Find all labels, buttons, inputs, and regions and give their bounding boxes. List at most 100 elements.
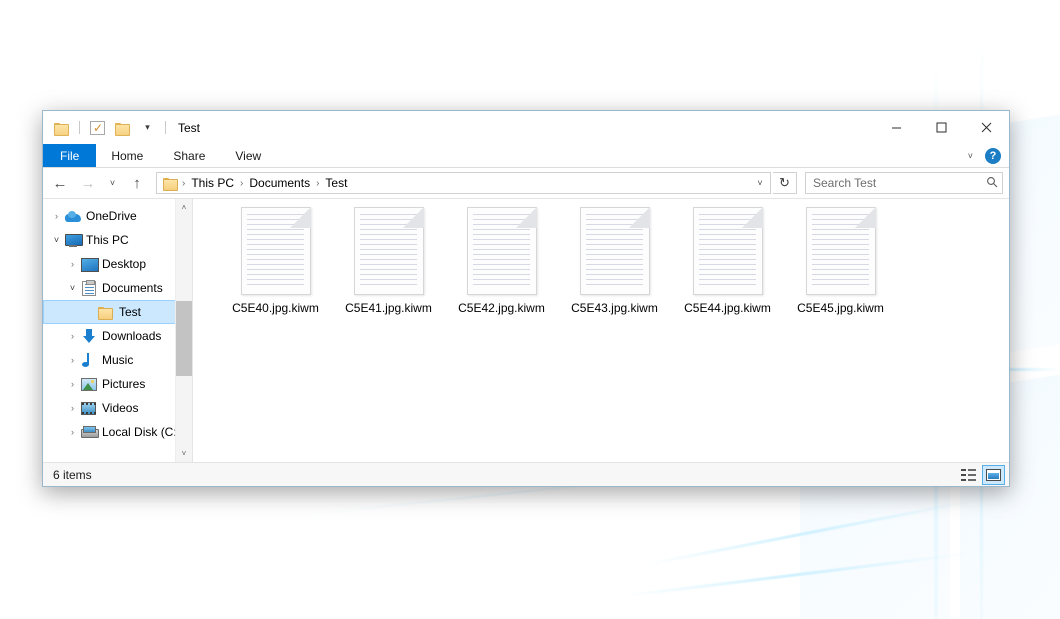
view-mode-buttons: [957, 465, 1005, 485]
music-icon: [80, 352, 97, 368]
onedrive-icon: [64, 208, 81, 224]
folder-icon: [97, 304, 114, 320]
maximize-button[interactable]: [919, 111, 964, 144]
this-pc-icon: [64, 232, 81, 248]
breadcrumb-this-pc[interactable]: This PC: [186, 176, 239, 190]
file-name-label: C5E41.jpg.kiwm: [345, 301, 432, 315]
tab-share[interactable]: Share: [158, 144, 220, 167]
chevron-down-icon[interactable]: ▾: [137, 117, 158, 138]
chevron-right-icon[interactable]: ›: [65, 259, 80, 269]
generic-document-icon: [354, 207, 424, 295]
address-folder-icon: [163, 177, 178, 190]
properties-checkbox-icon[interactable]: ✓: [87, 117, 108, 138]
qat-divider-2: [165, 121, 166, 134]
generic-document-icon: [580, 207, 650, 295]
title-bar: ✓ ▾ Test: [43, 111, 1009, 144]
sidebar-item-pictures[interactable]: › Pictures: [43, 372, 192, 396]
sidebar-item-test[interactable]: Test: [43, 300, 192, 324]
scrollbar-track[interactable]: [176, 216, 192, 445]
quick-access-toolbar: ✓ ▾: [43, 117, 169, 138]
breadcrumb-test[interactable]: Test: [320, 176, 352, 190]
sidebar-item-label: Local Disk (C:): [102, 426, 181, 438]
scroll-down-arrow-icon[interactable]: ˅: [176, 445, 192, 462]
close-button[interactable]: [964, 111, 1009, 144]
folder-icon[interactable]: [51, 117, 72, 138]
chevron-right-icon[interactable]: ›: [65, 331, 80, 341]
file-item[interactable]: C5E43.jpg.kiwm: [558, 207, 671, 315]
sidebar-item-desktop[interactable]: › Desktop: [43, 252, 192, 276]
chevron-right-icon[interactable]: ›: [65, 403, 80, 413]
details-view-button[interactable]: [957, 465, 980, 485]
generic-document-icon: [467, 207, 537, 295]
forward-button[interactable]: →: [75, 171, 101, 195]
ribbon-tab-bar: File Home Share View ˅ ?: [43, 144, 1009, 168]
search-input[interactable]: Search Test: [813, 176, 986, 190]
expand-ribbon-chevron-down-icon[interactable]: ˅: [964, 151, 977, 161]
sidebar-item-label: Videos: [102, 402, 138, 414]
downloads-icon: [80, 328, 97, 344]
sidebar-item-downloads[interactable]: ›Downloads: [43, 324, 192, 348]
file-grid: C5E40.jpg.kiwm C5E41.jpg.kiwm C5E42.jpg.ki…: [193, 199, 1009, 315]
help-icon[interactable]: ?: [985, 148, 1001, 164]
sidebar-item-documents[interactable]: ˅ Documents: [43, 276, 192, 300]
details-view-icon: [961, 469, 976, 481]
minimize-button[interactable]: [874, 111, 919, 144]
tab-home[interactable]: Home: [96, 144, 158, 167]
window-title: Test: [178, 121, 200, 135]
tab-view[interactable]: View: [220, 144, 276, 167]
file-name-label: C5E44.jpg.kiwm: [684, 301, 771, 315]
back-button[interactable]: ←: [47, 171, 73, 195]
ribbon-right-controls: ˅ ?: [964, 144, 1005, 168]
address-dropdown-chevron-down-icon[interactable]: ˅: [751, 173, 769, 193]
chevron-right-icon[interactable]: ›: [49, 211, 64, 221]
chevron-down-icon[interactable]: ˅: [65, 283, 80, 293]
large-icons-view-icon: [986, 469, 1001, 481]
item-count-label: 6 items: [53, 468, 957, 482]
address-bar[interactable]: › This PC › Documents › Test ˅: [156, 172, 771, 194]
sidebar-item-this-pc[interactable]: ˅ This PC: [43, 228, 192, 252]
breadcrumb-documents[interactable]: Documents: [244, 176, 315, 190]
window-controls: [874, 111, 1009, 144]
scroll-up-arrow-icon[interactable]: ˄: [176, 199, 192, 216]
file-list-pane[interactable]: C5E40.jpg.kiwm C5E41.jpg.kiwm C5E42.jpg.ki…: [193, 199, 1009, 462]
file-explorer-window: ✓ ▾ Test: [42, 110, 1010, 487]
large-icons-view-button[interactable]: [982, 465, 1005, 485]
sidebar-item-label: OneDrive: [86, 210, 137, 222]
chevron-down-icon[interactable]: ˅: [49, 235, 64, 245]
scrollbar-thumb[interactable]: [176, 301, 193, 377]
sidebar-item-videos[interactable]: › Videos: [43, 396, 192, 420]
breadcrumb: › This PC › Documents › Test: [181, 176, 751, 190]
chevron-right-icon[interactable]: ›: [65, 427, 80, 437]
file-item[interactable]: C5E45.jpg.kiwm: [784, 207, 897, 315]
file-name-label: C5E42.jpg.kiwm: [458, 301, 545, 315]
tab-file[interactable]: File: [43, 144, 96, 167]
chevron-right-icon[interactable]: ›: [65, 379, 80, 389]
search-box[interactable]: Search Test: [805, 172, 1003, 194]
file-item[interactable]: C5E41.jpg.kiwm: [332, 207, 445, 315]
sidebar-item-onedrive[interactable]: › OneDrive: [43, 204, 192, 228]
sidebar-item-label: Pictures: [102, 378, 145, 390]
sidebar-item-label: This PC: [86, 234, 129, 246]
up-button[interactable]: ↑: [124, 171, 150, 195]
navigation-pane: › OneDrive ˅ This PC › Desktop ˅ Documents Test ›…: [43, 199, 193, 462]
navigation-scrollbar[interactable]: ˄ ˅: [175, 199, 192, 462]
file-item[interactable]: C5E40.jpg.kiwm: [219, 207, 332, 315]
new-folder-icon[interactable]: [112, 117, 133, 138]
address-bar-row: ← → ˅ ↑ › This PC › Documents › Test ˅ ↻…: [43, 168, 1009, 198]
chevron-right-icon[interactable]: ›: [65, 355, 80, 365]
sidebar-item-label: Desktop: [102, 258, 146, 270]
qat-divider: [79, 121, 80, 134]
file-item[interactable]: C5E44.jpg.kiwm: [671, 207, 784, 315]
sidebar-item-local-disk-c[interactable]: › Local Disk (C:): [43, 420, 192, 444]
explorer-body: › OneDrive ˅ This PC › Desktop ˅ Documents Test ›…: [43, 198, 1009, 462]
refresh-button[interactable]: ↻: [773, 172, 797, 194]
sidebar-item-music[interactable]: ›Music: [43, 348, 192, 372]
file-item[interactable]: C5E42.jpg.kiwm: [445, 207, 558, 315]
sidebar-item-label: Documents: [102, 282, 163, 294]
videos-icon: [80, 400, 97, 416]
sidebar-item-label: Test: [119, 306, 141, 318]
documents-icon: [80, 280, 97, 296]
recent-locations-chevron-down-icon[interactable]: ˅: [103, 171, 122, 195]
desktop-background: ✓ ▾ Test: [0, 0, 1060, 619]
generic-document-icon: [241, 207, 311, 295]
